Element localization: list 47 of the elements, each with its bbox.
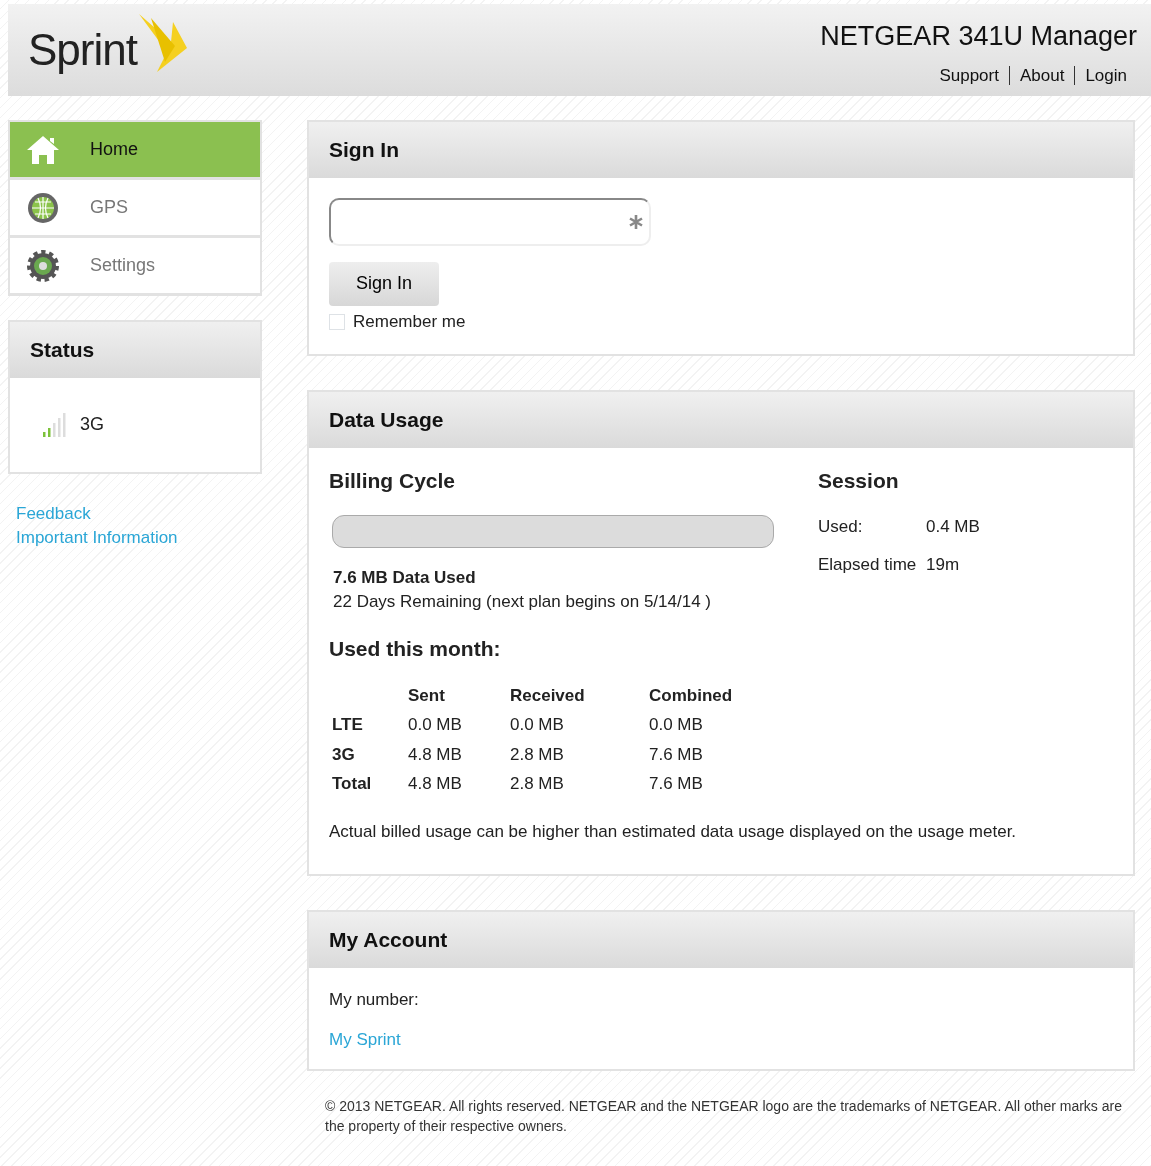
table-cell: 4.8 MB (408, 768, 510, 798)
gear-icon (26, 248, 60, 283)
number-label: My number: (329, 988, 420, 1011)
session-value: 0.4 MB (926, 516, 980, 539)
table-cell-text: 7.6 MB (649, 772, 704, 795)
table-cell-text: 0.0 MB (649, 714, 704, 737)
header-link[interactable]: Login (1074, 65, 1137, 85)
remember-checkbox[interactable] (329, 313, 345, 330)
home-icon (26, 133, 60, 166)
section-title: Billing Cycle (329, 467, 457, 494)
nav-item[interactable]: Home (10, 122, 260, 180)
asterisk-icon (629, 215, 643, 229)
session-label: Used: (818, 516, 864, 539)
row-label: LTE (332, 710, 408, 740)
section-title: Session (818, 467, 900, 494)
section-title: Used this month: (329, 635, 502, 662)
logo-text: Sprint (28, 24, 137, 77)
panel-header: Sign In (309, 122, 1133, 178)
table-cell: 2.8 MB (510, 739, 649, 769)
header-link[interactable]: Support (929, 65, 1009, 85)
copyright-text: © 2013 NETGEAR. All rights reserved. NETGEAR and the NETGEAR logo are the trademarks of NETGEAR. All other marks are the property of their respective owners. (325, 1097, 1123, 1136)
column-header: Combined (649, 685, 734, 708)
table-cell: 4.8 MB (408, 739, 510, 769)
table-cell-text: 7.6 MB (649, 743, 704, 766)
column-header: Received (510, 681, 649, 711)
session-label: Elapsed time (818, 554, 918, 576)
usage-note: Actual billed usage can be higher than estimated data usage displayed on the usage meter. (329, 820, 1018, 843)
row-label: 3G (332, 739, 408, 769)
usage-remaining: 22 Days Remaining (next plan begins on 5/14/14 ) (333, 591, 712, 613)
logo-icon (136, 12, 189, 74)
header-link[interactable]: About (1008, 65, 1075, 85)
usage-used: 7.6 MB Data Used (333, 567, 477, 590)
password-field[interactable] (329, 198, 651, 246)
table-cell: 2.8 MB (510, 768, 649, 798)
table-cell: 0.0 MB (510, 710, 649, 740)
session-value: 19m (926, 554, 960, 576)
panel-header: Data Usage (309, 391, 1133, 448)
network-type: 3G (80, 413, 104, 437)
sign-in-button[interactable]: Sign In (329, 262, 439, 306)
table-cell: 0.0 MB (408, 710, 510, 740)
app-title: NETGEAR 341U Manager (820, 20, 1137, 53)
panel-header: My Account (309, 911, 1133, 968)
panel-header: Status (10, 322, 260, 378)
checkbox-label: Remember me (353, 311, 466, 333)
globe-icon (26, 190, 60, 225)
column-header: Sent (408, 685, 446, 708)
row-label: Total (332, 768, 408, 798)
